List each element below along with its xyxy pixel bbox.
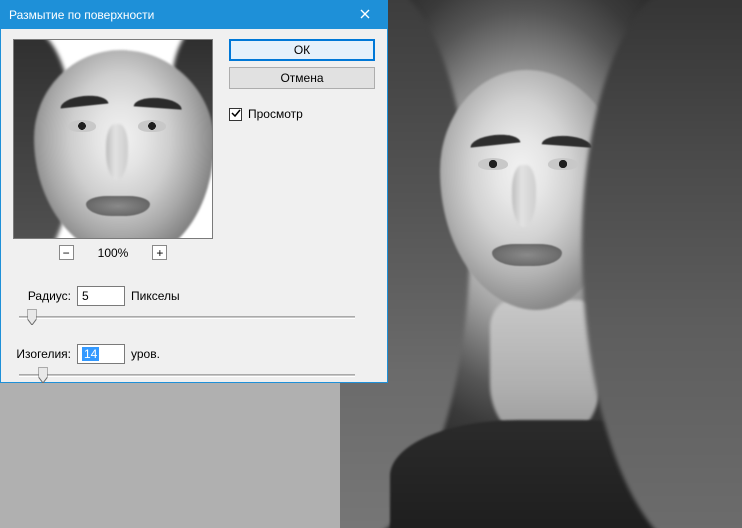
- radius-slider[interactable]: [19, 308, 355, 326]
- cancel-button[interactable]: Отмена: [229, 67, 375, 89]
- radius-value: 5: [82, 289, 89, 303]
- threshold-slider-track: [19, 374, 355, 377]
- dialog-title: Размытие по поверхности: [9, 8, 154, 22]
- ok-button-label: ОК: [294, 43, 310, 57]
- check-icon: [231, 107, 241, 121]
- radius-slider-thumb[interactable]: [28, 309, 37, 325]
- zoom-in-button[interactable]: +: [152, 245, 167, 260]
- threshold-input[interactable]: 14: [77, 344, 125, 364]
- cancel-button-label: Отмена: [280, 71, 323, 85]
- preview-image[interactable]: [13, 39, 213, 239]
- minus-icon: −: [63, 247, 70, 259]
- ok-button[interactable]: ОК: [229, 39, 375, 61]
- radius-label: Радиус:: [13, 289, 71, 303]
- surface-blur-dialog: Размытие по поверхности −: [0, 0, 388, 383]
- canvas-pasteboard: [0, 383, 340, 528]
- plus-icon: +: [156, 247, 163, 259]
- threshold-label: Изогелия:: [13, 347, 71, 361]
- dialog-titlebar[interactable]: Размытие по поверхности: [1, 1, 387, 29]
- preview-checkbox-label: Просмотр: [248, 107, 303, 121]
- threshold-slider-thumb[interactable]: [38, 367, 47, 383]
- close-button[interactable]: [343, 1, 387, 29]
- preview-checkbox[interactable]: [229, 108, 242, 121]
- zoom-level: 100%: [98, 246, 129, 260]
- radius-input[interactable]: 5: [77, 286, 125, 306]
- threshold-slider[interactable]: [19, 366, 355, 384]
- radius-slider-track: [19, 316, 355, 319]
- radius-unit: Пикселы: [131, 289, 180, 303]
- zoom-out-button[interactable]: −: [59, 245, 74, 260]
- close-icon: [360, 8, 370, 22]
- threshold-value: 14: [82, 347, 99, 361]
- threshold-unit: уров.: [131, 347, 160, 361]
